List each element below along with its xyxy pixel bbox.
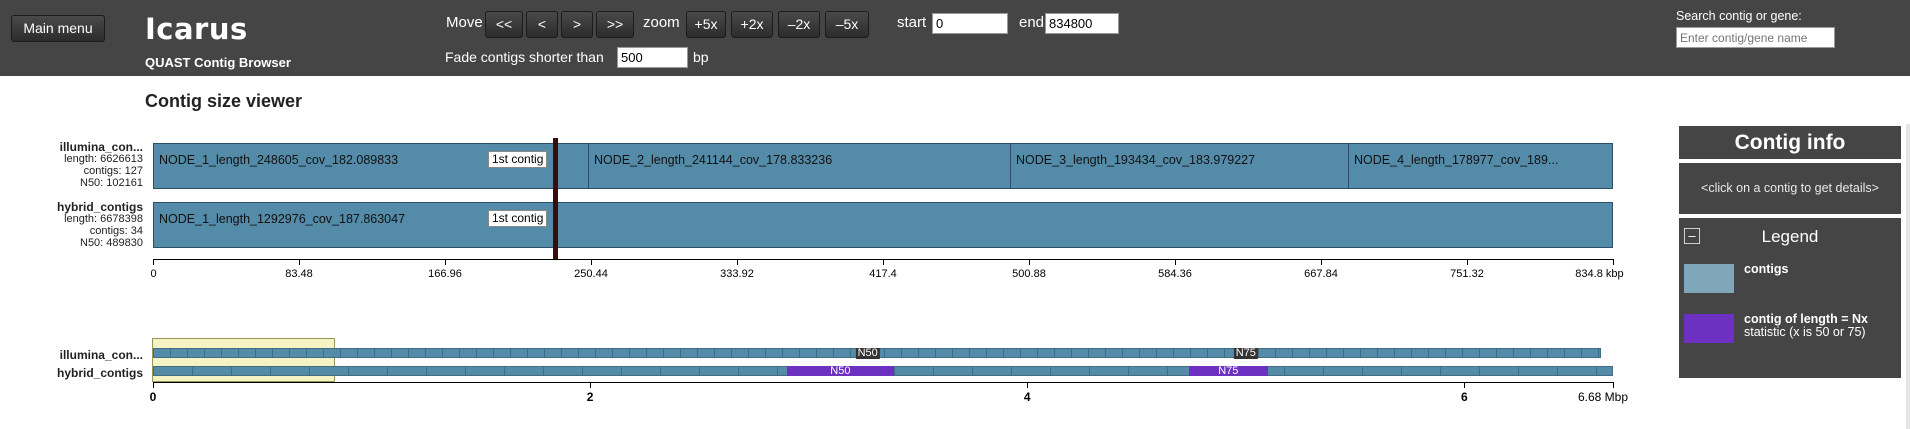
n50-marker: N50 [830,365,851,377]
contig-block[interactable]: NODE_3_length_193434_cov_183.979227 [1010,143,1349,189]
assembly-contigs: contigs: 34 [89,225,143,237]
zoom-in-5x-button[interactable]: +5x [686,11,726,38]
assembly-length: length: 6678398 [64,213,143,225]
axis-tick [1467,259,1468,265]
axis-tick [1321,259,1322,265]
overview-name-hybrid: hybrid_contigs [56,366,143,380]
axis-tick-label: 584.36 [1158,268,1192,280]
contig-info-title: Contig info [1679,126,1901,159]
axis-tick-label: 250.44 [574,268,608,280]
fade-label: Fade contigs shorter than [445,49,604,65]
assembly-label-illumina: illumina_con... length: 6626613 contigs:… [0,141,143,189]
scrollbar[interactable] [1906,124,1910,429]
zoom-out-5x-button[interactable]: –5x [825,11,869,38]
start-label: start [897,14,927,31]
overview-axis-tick [153,382,154,388]
overview-axis-tick-label: 6 [1461,390,1468,404]
position-cursor[interactable] [553,138,558,259]
axis-tick-label: 0 [150,268,157,280]
axis-tick [299,259,300,265]
contig-block[interactable]: NODE_4_length_178977_cov_189... [1348,143,1613,189]
n75-marker: N75 [1233,347,1258,359]
axis-tick-label: 751.32 [1450,268,1484,280]
assembly-contigs: contigs: 127 [83,165,143,177]
first-contig-badge: 1st contig [488,151,548,168]
overview-axis-tick [1613,382,1614,388]
contig-info-hint: <click on a contig to get details> [1679,163,1901,214]
search-label: Search contig or gene: [1676,9,1802,23]
axis-tick [591,259,592,265]
move-far-left-button[interactable]: << [485,11,523,38]
app-title: Icarus [145,12,248,46]
assembly-name: hybrid_contigs [56,200,143,214]
overview-axis-tick-label: 2 [586,390,594,404]
contig-block[interactable]: NODE_2_length_241144_cov_178.833236 [588,143,1011,189]
axis-tick [1175,259,1176,265]
start-input[interactable] [932,13,1008,34]
axis-tick [1613,259,1614,265]
axis-tick [1029,259,1030,265]
assembly-label-hybrid: hybrid_contigs length: 6678398 contigs: … [0,201,143,249]
axis-tick [883,259,884,265]
axis-tick-label: 333.92 [720,268,754,280]
fade-unit: bp [693,49,709,65]
assembly-name: illumina_con... [59,140,143,154]
contig-swatch [1684,264,1734,293]
overview-axis-tick [1027,382,1029,388]
overview-axis-tick [590,382,592,388]
nx-swatch [1684,314,1734,343]
zoom-label: zoom [643,14,680,31]
zoom-in-2x-button[interactable]: +2x [731,11,773,38]
move-far-right-button[interactable]: >> [596,11,634,38]
main-menu-button[interactable]: Main menu [11,15,105,42]
axis-tick [737,259,738,265]
overview-axis-tick-label: 0 [149,390,157,404]
move-label: Move [446,14,483,31]
legend-item-desc: statistic (x is 50 or 75) [1744,325,1866,339]
assembly-n50: N50: 102161 [80,177,143,189]
fade-threshold-input[interactable] [617,47,688,68]
contig-block[interactable]: NODE_1_length_1292976_cov_187.863047 [153,202,1613,248]
overview-axis-line [153,382,1613,383]
axis-tick-label: 834.8 kbp [1575,268,1624,280]
search-input[interactable] [1676,27,1835,48]
move-right-button[interactable]: > [561,11,593,38]
axis-tick [445,259,446,265]
first-contig-badge: 1st contig [488,210,548,227]
end-label: end [1019,14,1045,31]
axis-tick-label: 83.48 [285,268,313,280]
n75-marker: N75 [1218,365,1239,377]
top-toolbar: Main menu Icarus QUAST Contig Browser Mo… [0,0,1910,76]
assembly-n50: N50: 489830 [80,237,143,249]
legend-item-contigs: contigs [1744,263,1788,276]
assembly-length: length: 6626613 [64,153,143,165]
overview-axis-tick [1464,382,1466,388]
n50-marker: N50 [855,347,880,359]
overview-axis-tick-label: 4 [1023,390,1031,404]
axis-tick-label: 417.4 [869,268,897,280]
zoom-out-2x-button[interactable]: –2x [778,11,820,38]
legend-item-label: contig of length = Nx [1744,312,1868,326]
axis-tick-label: 500.88 [1012,268,1046,280]
end-input[interactable] [1045,13,1119,34]
axis-tick-label: 667.84 [1304,268,1338,280]
legend-item-nx: contig of length = Nx statistic (x is 50… [1744,313,1868,339]
app-subtitle: QUAST Contig Browser [145,55,291,70]
legend-title: Legend [1761,227,1819,246]
axis-tick-label: 166.96 [428,268,462,280]
page-title: Contig size viewer [145,91,303,111]
legend-item-label: contigs [1744,262,1789,276]
move-left-button[interactable]: < [526,11,558,38]
overview-axis-tick-label: 6.68 Mbp [1577,390,1629,404]
legend-panel: – Legend contigs contig of length = Nx s… [1679,218,1901,378]
axis-tick [153,259,154,265]
overview-name-illumina: illumina_con... [59,348,143,362]
